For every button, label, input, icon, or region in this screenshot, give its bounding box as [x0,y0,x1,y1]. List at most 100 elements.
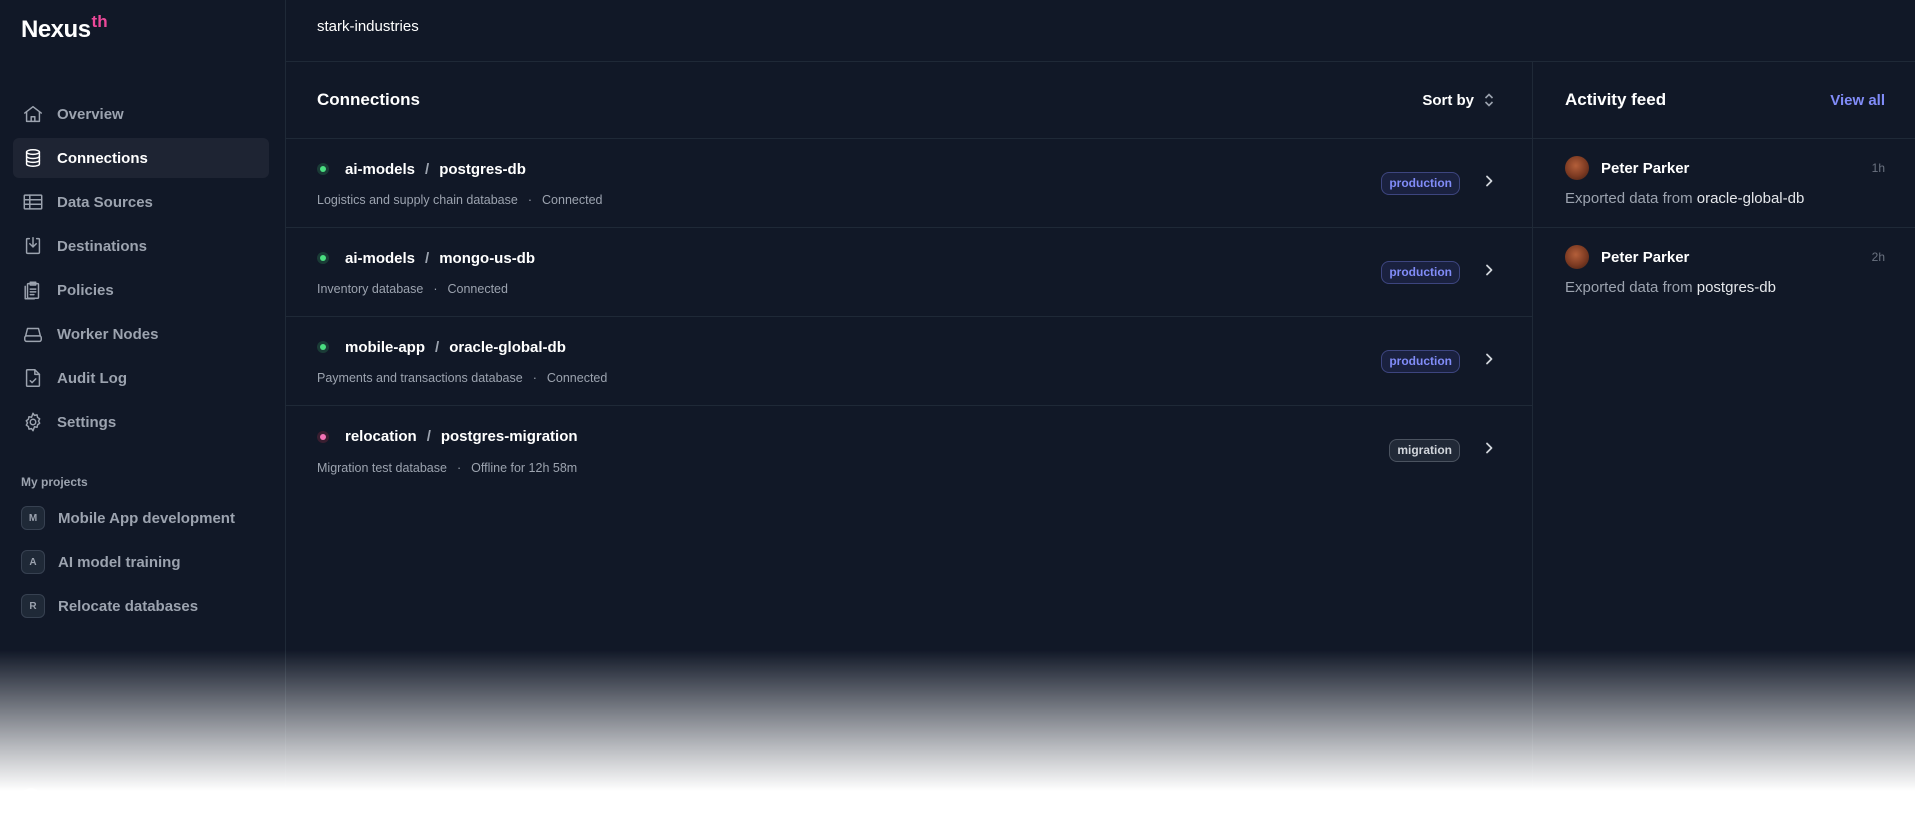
sidebar-item-settings[interactable]: Settings [13,402,269,442]
connection-description: Payments and transactions database [317,371,523,385]
sidebar-item-label: Policies [57,281,114,299]
connection-row[interactable]: relocation / postgres-migration Migratio… [286,406,1532,495]
brand-logo[interactable]: Nexus th [13,12,269,48]
chevron-right-icon [1482,441,1496,460]
brand-superscript: th [91,12,108,31]
sidebar-item-worker-nodes[interactable]: Worker Nodes [13,314,269,354]
sidebar-item-label: Worker Nodes [57,325,159,343]
project-item-mobile-app[interactable]: M Mobile App development [13,498,269,538]
status-dot-online [317,163,329,175]
sidebar-item-label: Data Sources [57,193,153,211]
environment-badge: production [1381,349,1460,373]
sidebar-item-label: Destinations [57,237,148,255]
gear-icon [22,411,44,433]
path-separator: / [425,160,430,178]
chevron-right-icon [1482,174,1496,193]
meta-separator: · [532,371,537,385]
activity-description: Exported data from postgres-db [1565,279,1885,296]
connection-status: Connected [546,371,608,385]
activity-target: oracle-global-db [1696,190,1805,207]
project-item-ai-model-training[interactable]: A AI model training [13,542,269,582]
activity-title: Activity feed [1565,90,1667,109]
server-icon [22,323,44,345]
activity-timestamp: 2h [1871,250,1885,264]
user-profile-link[interactable]: Tom Cook [21,788,114,808]
connection-status: Connected [447,282,508,296]
sidebar-item-destinations[interactable]: Destinations [13,226,269,266]
connection-status: Connected [542,193,603,207]
avatar [1565,245,1589,269]
avatar [1565,156,1589,180]
activity-user-name: Peter Parker [1601,159,1690,177]
sort-chevrons-icon [1484,93,1494,107]
meta-separator: · [456,460,462,475]
activity-header: Activity feed View all [1533,62,1915,139]
chevron-right-icon [1482,263,1496,282]
organization-name: stark-industries [317,18,419,35]
connection-name: postgres-db [439,160,526,178]
brand-name: Nexus [21,16,91,43]
meta-separator: · [527,193,533,207]
projects-list: M Mobile App development A AI model trai… [13,498,269,626]
activity-user-name: Peter Parker [1601,248,1690,266]
chevron-right-icon [1482,352,1496,371]
status-dot-online [317,341,329,353]
connection-description: Logistics and supply chain database [317,193,518,207]
connection-row[interactable]: ai-models / postgres-db Logistics and su… [286,139,1532,228]
path-separator: / [426,428,431,445]
sidebar-item-overview[interactable]: Overview [13,94,269,134]
sort-by-button[interactable]: Sort by [1422,92,1496,109]
page-title: Connections [317,90,420,109]
project-label: AI model training [58,553,181,571]
sidebar-item-label: Connections [57,149,148,167]
activity-panel: Activity feed View all Peter Parker 1h E… [1533,62,1915,826]
activity-item: Peter Parker 2h Exported data from postg… [1533,228,1915,317]
sidebar-item-data-sources[interactable]: Data Sources [13,182,269,222]
sidebar-nav: Overview Connections Data Sources Destin… [13,94,269,442]
sidebar-item-label: Audit Log [57,369,127,387]
project-item-relocate-databases[interactable]: R Relocate databases [13,586,269,626]
sidebar-item-label: Overview [57,105,124,123]
activity-target: postgres-db [1696,279,1776,296]
activity-action: Exported data from [1565,190,1693,207]
sidebar-item-policies[interactable]: Policies [13,270,269,310]
avatar [21,788,41,808]
sidebar-item-connections[interactable]: Connections [13,138,269,178]
connection-project: ai-models [345,249,416,267]
connection-project: mobile-app [345,338,426,356]
activity-action: Exported data from [1565,279,1693,296]
connection-project: ai-models [345,160,416,178]
activity-timestamp: 1h [1871,161,1885,175]
sidebar-item-label: Settings [57,413,117,431]
view-all-link[interactable]: View all [1830,92,1885,109]
meta-separator: · [433,282,438,296]
path-separator: / [435,338,440,356]
project-label: Mobile App development [58,509,235,527]
connections-panel: Connections Sort by ai-models / postgres… [286,62,1533,826]
projects-heading: My projects [21,475,88,489]
clipboard-icon [22,279,44,301]
sidebar: Nexus th Overview Connections Data Sourc… [0,0,286,826]
activity-item: Peter Parker 1h Exported data from oracl… [1533,139,1915,228]
profile-name: Tom Cook [55,790,114,806]
environment-badge: production [1381,171,1460,195]
database-icon [22,147,44,169]
connection-row[interactable]: mobile-app / oracle-global-db Payments a… [286,317,1532,406]
sort-by-label: Sort by [1422,91,1474,109]
sidebar-item-audit-log[interactable]: Audit Log [13,358,269,398]
download-tray-icon [22,235,44,257]
table-icon [22,191,44,213]
connection-name: postgres-migration [440,428,578,445]
environment-badge: production [1381,260,1460,284]
app-shell: Nexus th Overview Connections Data Sourc… [0,0,1915,826]
content-area: Connections Sort by ai-models / postgres… [286,62,1915,826]
connection-description: Migration test database [317,460,447,475]
connection-row[interactable]: ai-models / mongo-us-db Inventory databa… [286,228,1532,317]
status-dot-offline [317,430,329,443]
path-separator: / [425,249,430,267]
activity-description: Exported data from oracle-global-db [1565,190,1885,207]
connection-name: mongo-us-db [439,249,536,267]
environment-badge: migration [1389,439,1460,462]
project-initial-badge: R [21,594,45,618]
project-label: Relocate databases [58,597,199,615]
